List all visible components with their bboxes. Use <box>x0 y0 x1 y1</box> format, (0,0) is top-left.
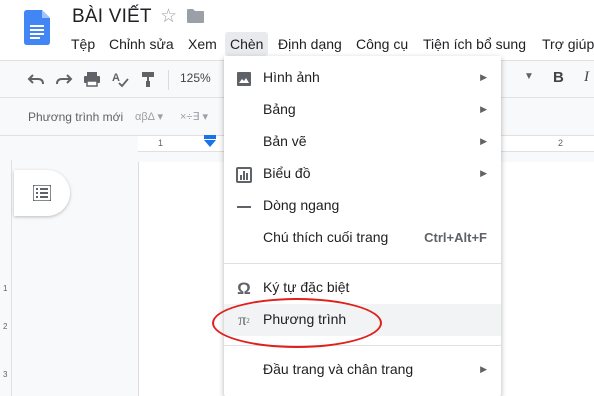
folder-icon[interactable] <box>187 9 204 23</box>
menu-item-horizontal-line[interactable]: Dòng ngang <box>224 190 501 222</box>
submenu-arrow-icon: ▶ <box>480 364 487 374</box>
document-title[interactable]: BÀI VIẾT <box>72 6 152 28</box>
menu-tools[interactable]: Công cụ <box>351 32 413 56</box>
submenu-arrow-icon: ▶ <box>480 104 487 114</box>
menu-item-label: Chú thích cuối trang <box>263 229 389 245</box>
menu-addons[interactable]: Tiện ích bổ sung <box>418 32 531 56</box>
menu-item-label: Dòng ngang <box>263 197 340 213</box>
new-equation-button[interactable]: Phương trình mới <box>28 110 123 124</box>
horizontal-line-icon <box>235 198 253 216</box>
menu-item-label: Hình ảnh <box>263 69 320 85</box>
menu-item-footnote[interactable]: Chú thích cuối trang Ctrl+Alt+F <box>224 222 501 254</box>
submenu-arrow-icon: ▶ <box>480 168 487 178</box>
ruler-number: 2 <box>3 322 8 331</box>
app-header: BÀI VIẾT ☆ Tệp Chỉnh sửa Xem Chèn Định d… <box>0 0 594 60</box>
menu-item-label: Bảng <box>263 101 296 117</box>
list-icon <box>33 185 51 201</box>
chevron-down-icon[interactable]: ▼ <box>524 71 534 82</box>
operators-dropdown[interactable]: ×÷∃ ▾ <box>180 110 208 123</box>
menu-view[interactable]: Xem <box>183 32 222 56</box>
menu-item-label: Ký tự đặc biệt <box>263 279 350 295</box>
submenu-arrow-icon: ▶ <box>480 72 487 82</box>
zoom-select[interactable]: 125% <box>180 71 211 85</box>
menu-edit[interactable]: Chỉnh sửa <box>104 32 179 56</box>
menu-format[interactable]: Định dạng <box>273 32 347 56</box>
menu-item-table[interactable]: Bảng ▶ <box>224 94 501 126</box>
indent-marker[interactable] <box>204 135 216 139</box>
menu-item-image[interactable]: Hình ảnh ▶ <box>224 62 501 94</box>
ruler-number: 3 <box>3 370 8 379</box>
submenu-arrow-icon: ▶ <box>480 136 487 146</box>
redo-icon[interactable] <box>54 69 74 89</box>
menu-item-label: Bản vẽ <box>263 133 307 149</box>
vertical-ruler[interactable]: 1 2 3 <box>0 160 12 396</box>
tab-marker-icon[interactable] <box>204 140 216 147</box>
outline-button[interactable] <box>14 170 70 216</box>
menu-help[interactable]: Trợ giúp <box>537 32 594 56</box>
highlight-annotation <box>212 298 382 348</box>
google-docs-icon[interactable] <box>24 10 50 45</box>
paint-format-icon[interactable] <box>138 69 158 89</box>
menu-item-drawing[interactable]: Bản vẽ ▶ <box>224 126 501 158</box>
bold-button[interactable]: B <box>553 69 564 86</box>
undo-icon[interactable] <box>26 69 46 89</box>
greek-letters-dropdown[interactable]: αβΔ ▾ <box>135 110 163 123</box>
toolbar-divider <box>168 70 169 90</box>
menu-divider <box>224 263 501 264</box>
ruler-number: 1 <box>3 284 8 293</box>
image-icon <box>235 70 253 88</box>
omega-icon: Ω <box>237 279 251 298</box>
star-icon[interactable]: ☆ <box>160 6 177 28</box>
menu-item-label: Biểu đồ <box>263 165 311 181</box>
print-icon[interactable] <box>82 69 102 89</box>
ruler-number: 1 <box>158 138 164 148</box>
spellcheck-icon[interactable]: A <box>110 69 130 89</box>
menu-item-shortcut: Ctrl+Alt+F <box>424 230 487 245</box>
menu-item-chart[interactable]: Biểu đồ ▶ <box>224 158 501 190</box>
italic-button[interactable]: I <box>584 69 589 86</box>
ruler-number: 2 <box>558 138 564 148</box>
chart-icon <box>235 166 253 184</box>
menu-file[interactable]: Tệp <box>66 32 100 56</box>
svg-text:A: A <box>112 72 120 84</box>
menu-insert[interactable]: Chèn <box>225 32 269 56</box>
menu-item-label: Đầu trang và chân trang <box>263 361 414 377</box>
menu-item-header-footer[interactable]: Đầu trang và chân trang ▶ <box>224 354 501 386</box>
